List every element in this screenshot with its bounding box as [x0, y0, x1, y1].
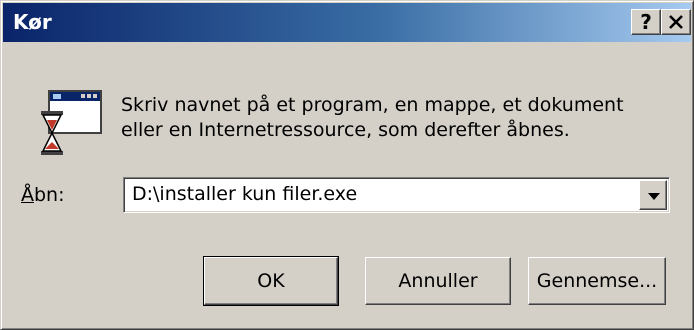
description-line-2: eller en Internetressource, som derefter…	[121, 119, 570, 141]
chevron-down-icon	[648, 193, 660, 200]
window-title: Kør	[13, 10, 52, 34]
run-program-icon	[41, 90, 102, 155]
help-button[interactable]: ?	[631, 9, 661, 35]
close-icon	[669, 15, 683, 29]
browse-button[interactable]: Gennemse...	[528, 257, 666, 305]
open-input[interactable]: D:\installer kun filer.exe	[132, 183, 357, 205]
run-dialog: Kør ? Skriv navnet på et program, en map…	[0, 0, 694, 330]
description: Skriv navnet på et program, en mappe, et…	[121, 93, 681, 143]
open-label-accelerator: Å	[21, 184, 34, 206]
open-label-rest: bn:	[34, 184, 65, 206]
title-bar[interactable]: Kør ?	[3, 3, 691, 42]
dropdown-button[interactable]	[639, 180, 667, 210]
cancel-button[interactable]: Annuller	[365, 257, 511, 305]
close-button[interactable]	[661, 9, 691, 35]
open-combobox[interactable]: D:\installer kun filer.exe	[123, 177, 670, 213]
description-line-1: Skriv navnet på et program, en mappe, et…	[121, 94, 624, 116]
ok-button[interactable]: OK	[203, 256, 339, 306]
open-label: Åbn:	[21, 184, 65, 206]
